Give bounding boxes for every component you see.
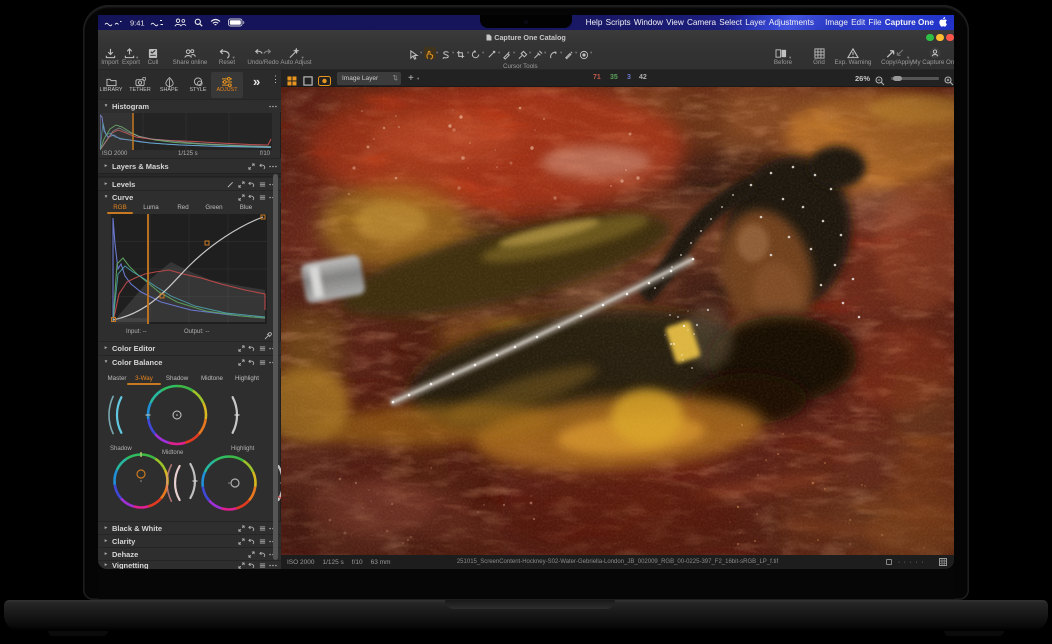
svg-text:9:41: 9:41 xyxy=(130,19,145,28)
